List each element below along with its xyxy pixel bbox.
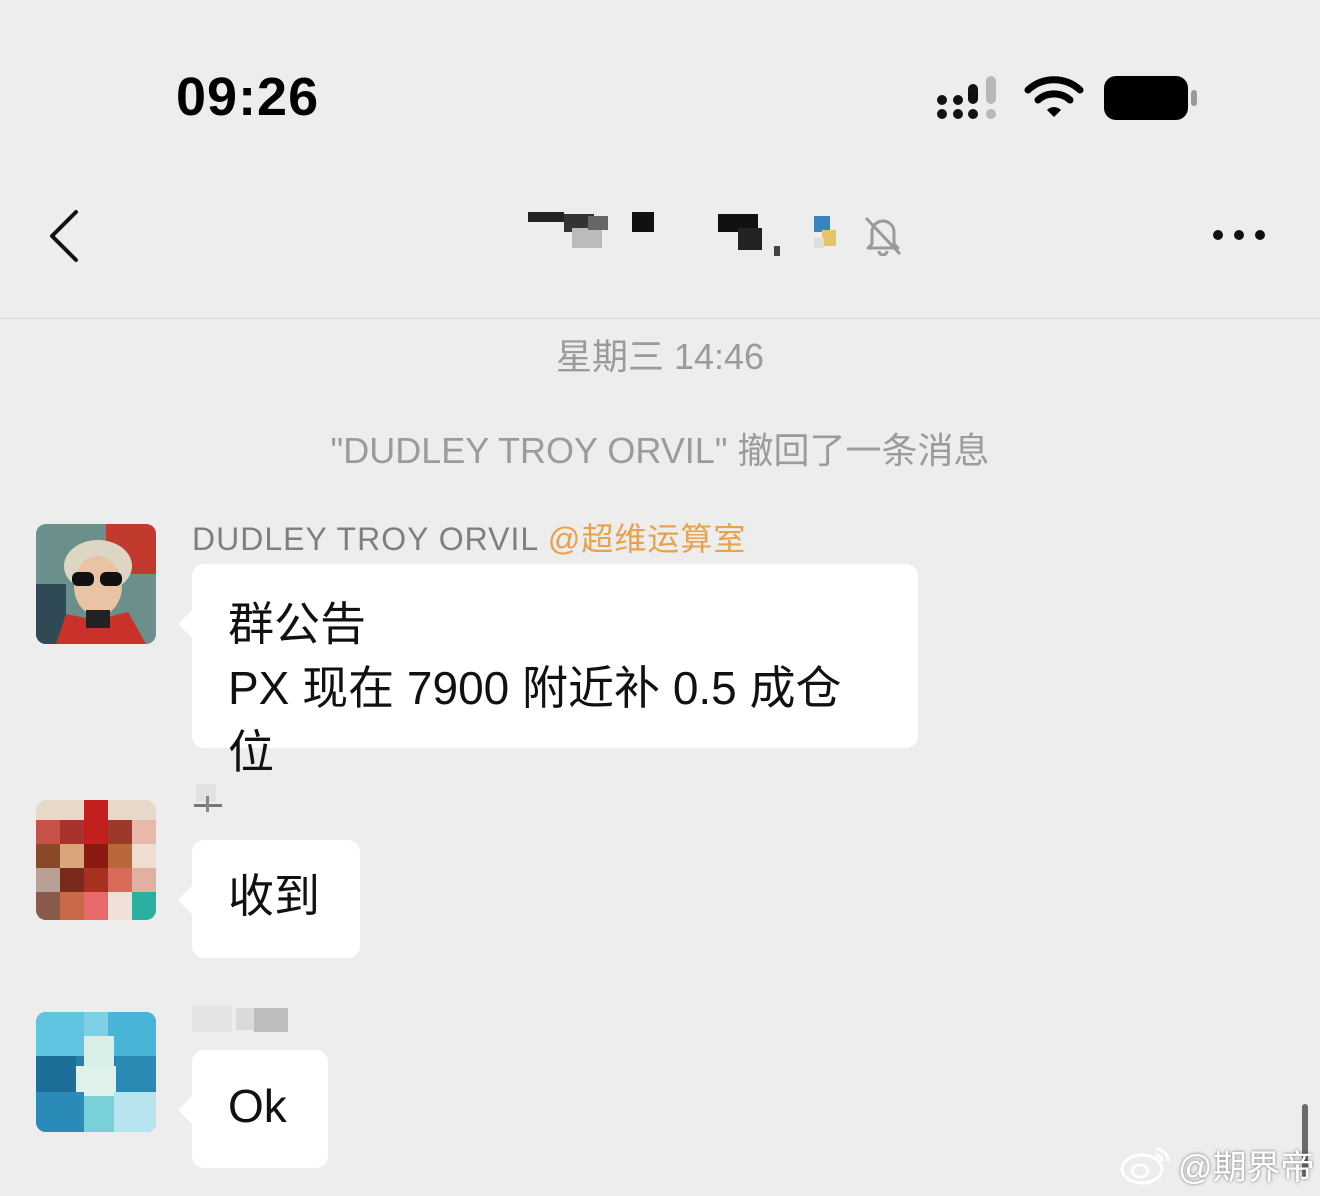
message-line: PX 现在 7900 附近补 0.5 成仓位 [228,662,842,778]
watermark-text: @期界帝 [1178,1149,1315,1187]
sender-name: DUDLEY TROY ORVIL @超维运算室 [192,514,746,560]
avatar[interactable] [36,800,156,920]
cellular-signal-icon [937,76,996,119]
chat-title-redacted [528,212,836,256]
chevron-left-icon[interactable] [46,208,82,264]
battery-icon [1104,76,1197,120]
message-bubble[interactable]: 群公告 PX 现在 7900 附近补 0.5 成仓位 [178,564,918,778]
message-line: 群公告 [228,598,366,650]
message-bubble[interactable]: 收到 [178,840,360,958]
message-bubble[interactable]: Ok [178,1050,328,1168]
sender-name-text: DUDLEY TROY ORVIL [192,521,539,557]
weibo-icon [1120,1147,1170,1184]
avatar[interactable] [36,524,156,644]
sender-name-redacted [192,1006,288,1032]
watermark: @期界帝 [1120,1140,1315,1189]
mention-tag[interactable]: @超维运算室 [548,521,747,557]
avatar[interactable] [36,1012,156,1132]
wifi-icon [1024,76,1084,117]
bell-off-icon [864,216,902,256]
recall-notice: "DUDLEY TROY ORVIL" 撤回了一条消息 [330,430,990,471]
message-line: 收到 [228,870,320,922]
ellipsis-icon[interactable] [1210,226,1270,244]
chat-timestamp: 星期三 14:46 [555,336,765,377]
sender-name-redacted [194,784,222,812]
status-time: 09:26 [176,67,320,127]
message-line: Ok [228,1080,287,1132]
